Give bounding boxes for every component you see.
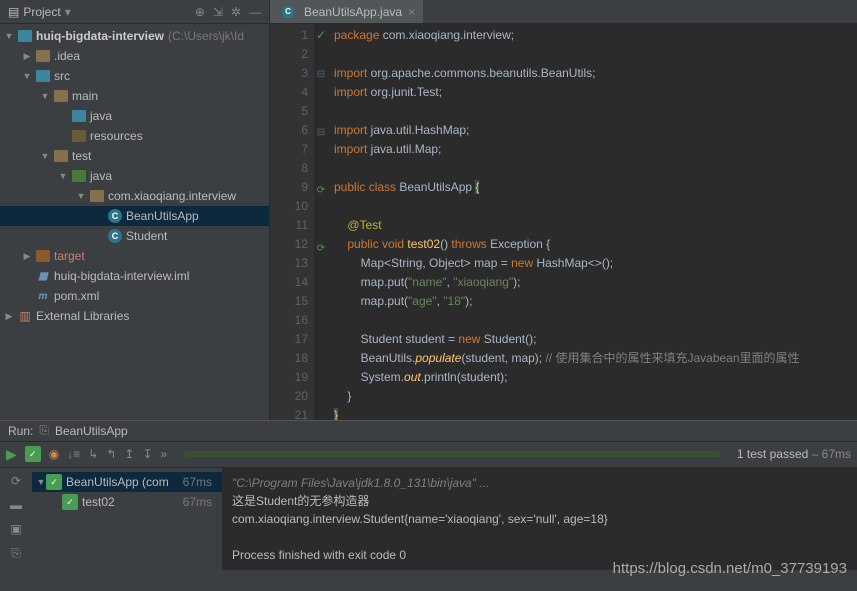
tab-beanutilsapp[interactable]: C BeanUtilsApp.java × — [270, 0, 423, 23]
tree-item-java2[interactable]: ▼ java — [0, 166, 269, 186]
tree-item-pkg[interactable]: ▼ com.xiaoqiang.interview — [0, 186, 269, 206]
test-tree: ▼ ✓ BeanUtilsApp (com 67ms ✓ test02 67ms — [32, 468, 222, 570]
test-root-row[interactable]: ▼ ✓ BeanUtilsApp (com 67ms — [32, 472, 222, 492]
prev-icon[interactable]: ↥ — [124, 447, 134, 461]
close-icon[interactable]: × — [408, 5, 415, 19]
ok-badge-icon: ✓ — [46, 474, 62, 490]
tree-item-target[interactable]: ▶ target — [0, 246, 269, 266]
run-label: Run: — [8, 424, 33, 438]
run-toolbar: ▶ ✓ ◉ ↓≡ ↳ ↰ ↥ ↧ » 1 test passed – 67ms — [0, 442, 857, 468]
tree-item-idea[interactable]: ▶ .idea — [0, 46, 269, 66]
next-icon[interactable]: ↧ — [142, 447, 152, 461]
class-icon: C — [108, 229, 122, 243]
test-progress-bar — [183, 451, 721, 457]
ok-badge-icon[interactable]: ✓ — [25, 446, 41, 462]
project-list-icon: ▤ — [8, 5, 19, 19]
ok-badge-icon: ✓ — [62, 494, 78, 510]
root-label: huiq-bigdata-interview — [36, 29, 164, 43]
editor-tabs: C BeanUtilsApp.java × — [270, 0, 857, 24]
sort-icon[interactable]: ◉ — [49, 447, 59, 461]
label: com.xiaoqiang.interview — [108, 189, 236, 203]
class-icon: C — [282, 6, 294, 18]
label: resources — [90, 129, 143, 143]
tree-item-iml[interactable]: ▦ huiq-bigdata-interview.iml — [0, 266, 269, 286]
project-panel: ▤ Project ▾ ⊕ ⇲ ✲ — ▼ huiq-bigdata-inter… — [0, 0, 270, 420]
hide-icon[interactable]: — — [249, 5, 261, 19]
label: huiq-bigdata-interview.iml — [54, 269, 189, 283]
test-time: 67ms — [183, 475, 218, 489]
tree-item-student[interactable]: C Student — [0, 226, 269, 246]
tree-root[interactable]: ▼ huiq-bigdata-interview (C:\Users\jk\Id — [0, 26, 269, 46]
library-icon: ▥ — [18, 309, 32, 323]
maven-icon: m — [36, 289, 50, 303]
label: main — [72, 89, 98, 103]
pin2-icon[interactable]: ⎘ — [11, 546, 21, 561]
stop-icon[interactable]: ▬ — [10, 498, 22, 512]
tab-label: BeanUtilsApp.java — [304, 5, 402, 19]
run-header: Run: ⎘ BeanUtilsApp — [0, 421, 857, 442]
collapse-icon[interactable]: ↰ — [106, 447, 116, 461]
target-icon[interactable]: ⊕ — [195, 5, 205, 19]
label: java — [90, 109, 112, 123]
console-output[interactable]: "C:\Program Files\Java\jdk1.8.0_131\bin\… — [222, 468, 857, 570]
tree-item-external[interactable]: ▶▥ External Libraries — [0, 306, 269, 326]
test-child-label: test02 — [82, 495, 115, 509]
gutter: ✓ ⊟ ⊟ ⟳ ⟳ 123456789101112131415161718192… — [270, 24, 314, 420]
file-icon: ▦ — [36, 269, 50, 283]
test-time: 67ms — [183, 495, 218, 509]
more-icon[interactable]: » — [161, 447, 168, 461]
tree-item-pom[interactable]: m pom.xml — [0, 286, 269, 306]
label: Student — [126, 229, 167, 243]
debug-icon[interactable]: ⟳ — [11, 474, 21, 488]
tree-item-resources[interactable]: resources — [0, 126, 269, 146]
root-path: (C:\Users\jk\Id — [168, 29, 244, 43]
console-line: com.xiaoqiang.interview.Student{name='xi… — [232, 512, 608, 526]
test-status: 1 test passed – 67ms — [737, 447, 851, 461]
collapse-icon[interactable]: ⇲ — [213, 5, 223, 19]
tree-item-main[interactable]: ▼ main — [0, 86, 269, 106]
class-icon: C — [108, 209, 122, 223]
editor-panel: C BeanUtilsApp.java × ✓ ⊟ ⊟ ⟳ ⟳ 12345678… — [270, 0, 857, 420]
label: test — [72, 149, 91, 163]
project-panel-header: ▤ Project ▾ ⊕ ⇲ ✲ — — [0, 0, 269, 24]
tree-item-test[interactable]: ▼ test — [0, 146, 269, 166]
project-tree: ▼ huiq-bigdata-interview (C:\Users\jk\Id… — [0, 24, 269, 420]
tree-item-java1[interactable]: java — [0, 106, 269, 126]
test-root-label: BeanUtilsApp (com — [66, 475, 169, 489]
tree-item-beanutilsapp[interactable]: C BeanUtilsApp — [0, 206, 269, 226]
code-editor[interactable]: ✓ ⊟ ⊟ ⟳ ⟳ 123456789101112131415161718192… — [270, 24, 857, 420]
expand-icon[interactable]: ↳ — [88, 447, 98, 461]
watermark: https://blog.csdn.net/m0_37739193 — [613, 560, 847, 577]
run-side-toolbar: ⟳ ▬ ▣ ⎘ — [0, 468, 32, 570]
console-cmd: "C:\Program Files\Java\jdk1.8.0_131\bin\… — [232, 476, 489, 490]
test-child-row[interactable]: ✓ test02 67ms — [32, 492, 222, 512]
label: pom.xml — [54, 289, 99, 303]
filter-icon[interactable]: ↓≡ — [67, 447, 80, 461]
layout-icon[interactable]: ▣ — [10, 522, 21, 536]
code-area[interactable]: package com.xiaoqiang.interview; import … — [314, 24, 857, 420]
pin-icon[interactable]: ⎘ — [39, 423, 49, 438]
console-line: Process finished with exit code 0 — [232, 548, 406, 562]
project-title: Project — [23, 5, 60, 19]
gear-icon[interactable]: ✲ — [231, 5, 241, 19]
run-config-name: BeanUtilsApp — [55, 424, 128, 438]
rerun-button[interactable]: ▶ — [6, 446, 17, 463]
label: External Libraries — [36, 309, 129, 323]
run-panel: Run: ⎘ BeanUtilsApp ▶ ✓ ◉ ↓≡ ↳ ↰ ↥ ↧ » 1… — [0, 420, 857, 570]
label: .idea — [54, 49, 80, 63]
label: src — [54, 69, 70, 83]
tree-item-src[interactable]: ▼ src — [0, 66, 269, 86]
label: BeanUtilsApp — [126, 209, 199, 223]
dropdown-icon[interactable]: ▾ — [65, 5, 71, 19]
label: target — [54, 249, 85, 263]
label: java — [90, 169, 112, 183]
console-line: 这是Student的无参构造器 — [232, 494, 369, 508]
